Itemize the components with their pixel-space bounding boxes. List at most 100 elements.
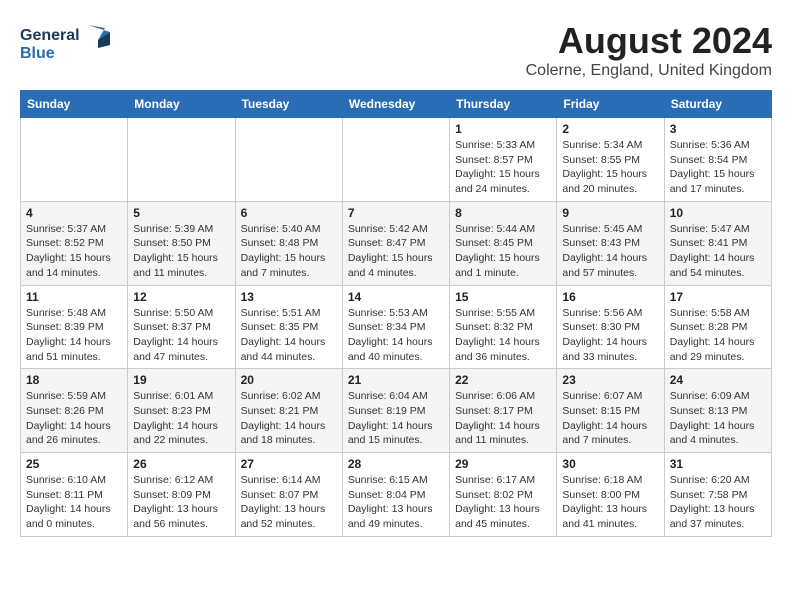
day-number: 31 — [670, 457, 766, 471]
day-info: Sunrise: 5:47 AM Sunset: 8:41 PM Dayligh… — [670, 222, 766, 281]
day-number: 20 — [241, 373, 337, 387]
day-info: Sunrise: 6:10 AM Sunset: 8:11 PM Dayligh… — [26, 473, 122, 532]
day-info: Sunrise: 5:39 AM Sunset: 8:50 PM Dayligh… — [133, 222, 229, 281]
logo: General Blue — [20, 20, 110, 75]
day-info: Sunrise: 6:01 AM Sunset: 8:23 PM Dayligh… — [133, 389, 229, 448]
day-info: Sunrise: 6:02 AM Sunset: 8:21 PM Dayligh… — [241, 389, 337, 448]
day-number: 22 — [455, 373, 551, 387]
day-info: Sunrise: 6:12 AM Sunset: 8:09 PM Dayligh… — [133, 473, 229, 532]
location-subtitle: Colerne, England, United Kingdom — [526, 62, 772, 80]
day-number: 16 — [562, 290, 658, 304]
calendar-empty-cell — [128, 118, 235, 202]
calendar-day-20: 20 Sunrise: 6:02 AM Sunset: 8:21 PM Dayli… — [235, 369, 342, 453]
day-info: Sunrise: 5:40 AM Sunset: 8:48 PM Dayligh… — [241, 222, 337, 281]
day-number: 11 — [26, 290, 122, 304]
day-info: Sunrise: 6:20 AM Sunset: 7:58 PM Dayligh… — [670, 473, 766, 532]
day-number: 26 — [133, 457, 229, 471]
day-info: Sunrise: 6:09 AM Sunset: 8:13 PM Dayligh… — [670, 389, 766, 448]
weekday-header-sunday: Sunday — [21, 91, 128, 118]
calendar-week-1: 1Sunrise: 5:33 AM Sunset: 8:57 PM Daylig… — [21, 118, 772, 202]
calendar-day-24: 24 Sunrise: 6:09 AM Sunset: 8:13 PM Dayli… — [664, 369, 771, 453]
calendar-day-19: 19Sunrise: 6:01 AM Sunset: 8:23 PM Dayli… — [128, 369, 235, 453]
calendar-day-15: 15 Sunrise: 5:55 AM Sunset: 8:32 PM Dayli… — [450, 285, 557, 369]
calendar-day-16: 16 Sunrise: 5:56 AM Sunset: 8:30 PM Dayli… — [557, 285, 664, 369]
day-number: 28 — [348, 457, 444, 471]
page-header: General Blue August 2024 Colerne, Englan… — [20, 20, 772, 80]
day-number: 23 — [562, 373, 658, 387]
calendar-day-6: 6 Sunrise: 5:40 AM Sunset: 8:48 PM Daylig… — [235, 201, 342, 285]
day-info: Sunrise: 6:15 AM Sunset: 8:04 PM Dayligh… — [348, 473, 444, 532]
day-number: 24 — [670, 373, 766, 387]
day-number: 13 — [241, 290, 337, 304]
weekday-header-friday: Friday — [557, 91, 664, 118]
calendar-day-28: 28 Sunrise: 6:15 AM Sunset: 8:04 PM Dayli… — [342, 453, 449, 537]
day-number: 12 — [133, 290, 229, 304]
day-info: Sunrise: 5:44 AM Sunset: 8:45 PM Dayligh… — [455, 222, 551, 281]
day-number: 14 — [348, 290, 444, 304]
day-number: 29 — [455, 457, 551, 471]
weekday-header-thursday: Thursday — [450, 91, 557, 118]
day-number: 30 — [562, 457, 658, 471]
calendar-day-23: 23 Sunrise: 6:07 AM Sunset: 8:15 PM Dayli… — [557, 369, 664, 453]
day-info: Sunrise: 5:48 AM Sunset: 8:39 PM Dayligh… — [26, 306, 122, 365]
calendar-day-22: 22 Sunrise: 6:06 AM Sunset: 8:17 PM Dayli… — [450, 369, 557, 453]
day-number: 5 — [133, 206, 229, 220]
day-info: Sunrise: 6:14 AM Sunset: 8:07 PM Dayligh… — [241, 473, 337, 532]
day-info: Sunrise: 5:53 AM Sunset: 8:34 PM Dayligh… — [348, 306, 444, 365]
calendar-empty-cell — [342, 118, 449, 202]
day-number: 9 — [562, 206, 658, 220]
day-number: 8 — [455, 206, 551, 220]
day-info: Sunrise: 5:36 AM Sunset: 8:54 PM Dayligh… — [670, 138, 766, 197]
weekday-header-wednesday: Wednesday — [342, 91, 449, 118]
calendar-week-3: 11 Sunrise: 5:48 AM Sunset: 8:39 PM Dayli… — [21, 285, 772, 369]
day-info: Sunrise: 5:37 AM Sunset: 8:52 PM Dayligh… — [26, 222, 122, 281]
day-info: Sunrise: 5:51 AM Sunset: 8:35 PM Dayligh… — [241, 306, 337, 365]
calendar-day-31: 31 Sunrise: 6:20 AM Sunset: 7:58 PM Dayli… — [664, 453, 771, 537]
calendar-empty-cell — [21, 118, 128, 202]
day-info: Sunrise: 5:42 AM Sunset: 8:47 PM Dayligh… — [348, 222, 444, 281]
day-info: Sunrise: 5:33 AM Sunset: 8:57 PM Dayligh… — [455, 138, 551, 197]
day-number: 18 — [26, 373, 122, 387]
day-number: 7 — [348, 206, 444, 220]
day-info: Sunrise: 5:34 AM Sunset: 8:55 PM Dayligh… — [562, 138, 658, 197]
calendar-day-7: 7 Sunrise: 5:42 AM Sunset: 8:47 PM Daylig… — [342, 201, 449, 285]
calendar-day-3: 3 Sunrise: 5:36 AM Sunset: 8:54 PM Daylig… — [664, 118, 771, 202]
day-info: Sunrise: 6:18 AM Sunset: 8:00 PM Dayligh… — [562, 473, 658, 532]
calendar-week-4: 18Sunrise: 5:59 AM Sunset: 8:26 PM Dayli… — [21, 369, 772, 453]
calendar-table: SundayMondayTuesdayWednesdayThursdayFrid… — [20, 90, 772, 537]
day-info: Sunrise: 6:04 AM Sunset: 8:19 PM Dayligh… — [348, 389, 444, 448]
calendar-day-29: 29Sunrise: 6:17 AM Sunset: 8:02 PM Dayli… — [450, 453, 557, 537]
calendar-day-14: 14 Sunrise: 5:53 AM Sunset: 8:34 PM Dayli… — [342, 285, 449, 369]
day-number: 17 — [670, 290, 766, 304]
weekday-header-monday: Monday — [128, 91, 235, 118]
day-number: 4 — [26, 206, 122, 220]
calendar-day-10: 10 Sunrise: 5:47 AM Sunset: 8:41 PM Dayli… — [664, 201, 771, 285]
weekday-header-tuesday: Tuesday — [235, 91, 342, 118]
calendar-day-2: 2 Sunrise: 5:34 AM Sunset: 8:55 PM Daylig… — [557, 118, 664, 202]
day-info: Sunrise: 5:55 AM Sunset: 8:32 PM Dayligh… — [455, 306, 551, 365]
calendar-week-2: 4 Sunrise: 5:37 AM Sunset: 8:52 PM Daylig… — [21, 201, 772, 285]
calendar-week-5: 25 Sunrise: 6:10 AM Sunset: 8:11 PM Dayli… — [21, 453, 772, 537]
calendar-day-27: 27Sunrise: 6:14 AM Sunset: 8:07 PM Dayli… — [235, 453, 342, 537]
calendar-day-30: 30 Sunrise: 6:18 AM Sunset: 8:00 PM Dayli… — [557, 453, 664, 537]
day-number: 2 — [562, 122, 658, 136]
calendar-day-26: 26 Sunrise: 6:12 AM Sunset: 8:09 PM Dayli… — [128, 453, 235, 537]
day-number: 3 — [670, 122, 766, 136]
calendar-day-1: 1Sunrise: 5:33 AM Sunset: 8:57 PM Daylig… — [450, 118, 557, 202]
day-info: Sunrise: 5:50 AM Sunset: 8:37 PM Dayligh… — [133, 306, 229, 365]
day-number: 21 — [348, 373, 444, 387]
day-info: Sunrise: 5:56 AM Sunset: 8:30 PM Dayligh… — [562, 306, 658, 365]
day-number: 10 — [670, 206, 766, 220]
day-info: Sunrise: 6:06 AM Sunset: 8:17 PM Dayligh… — [455, 389, 551, 448]
day-number: 15 — [455, 290, 551, 304]
day-info: Sunrise: 5:45 AM Sunset: 8:43 PM Dayligh… — [562, 222, 658, 281]
day-info: Sunrise: 6:07 AM Sunset: 8:15 PM Dayligh… — [562, 389, 658, 448]
calendar-day-12: 12 Sunrise: 5:50 AM Sunset: 8:37 PM Dayli… — [128, 285, 235, 369]
calendar-day-25: 25 Sunrise: 6:10 AM Sunset: 8:11 PM Dayli… — [21, 453, 128, 537]
svg-text:Blue: Blue — [20, 45, 55, 62]
day-number: 6 — [241, 206, 337, 220]
day-info: Sunrise: 5:58 AM Sunset: 8:28 PM Dayligh… — [670, 306, 766, 365]
day-number: 25 — [26, 457, 122, 471]
calendar-day-21: 21 Sunrise: 6:04 AM Sunset: 8:19 PM Dayli… — [342, 369, 449, 453]
calendar-day-5: 5 Sunrise: 5:39 AM Sunset: 8:50 PM Daylig… — [128, 201, 235, 285]
